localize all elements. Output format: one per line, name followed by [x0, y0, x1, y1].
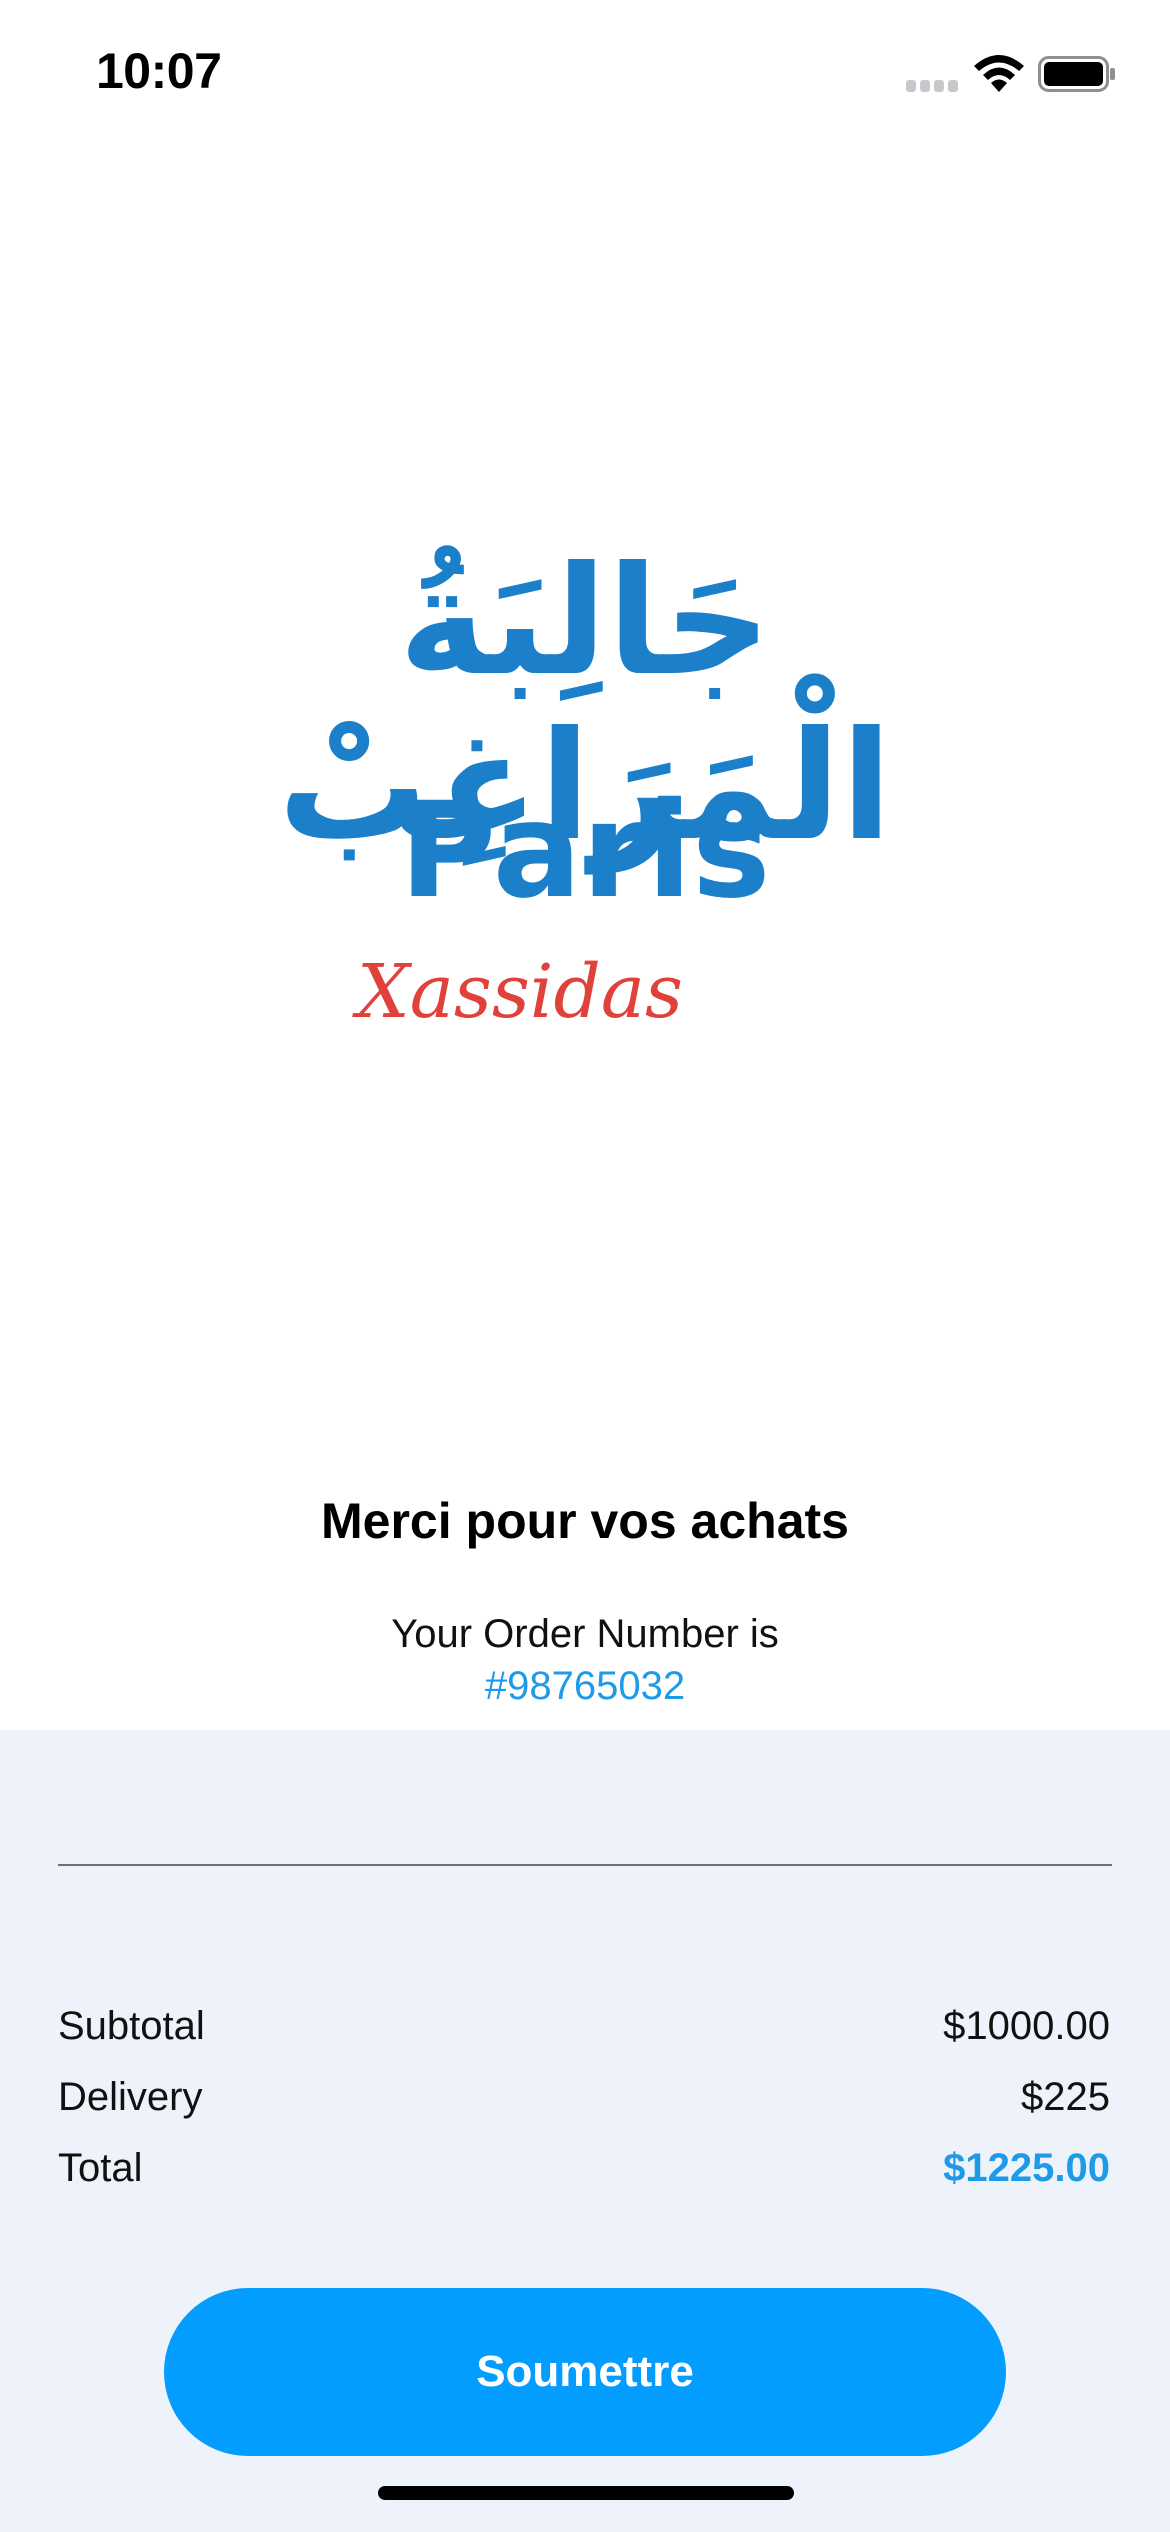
status-time: 10:07 — [96, 43, 222, 99]
cellular-signal-icon — [906, 80, 960, 94]
home-indicator[interactable] — [378, 2486, 794, 2500]
brand-logo: جَالِبَةُ الْمَرَاغِبْ Paris Xassidas — [140, 540, 1030, 1060]
battery-icon — [1038, 56, 1115, 92]
delivery-value: $225 — [1021, 2075, 1110, 2119]
total-row: Total $1225.00 — [58, 2146, 1110, 2202]
logo-subtitle: Xassidas — [357, 949, 683, 1035]
delivery-label: Delivery — [58, 2075, 203, 2119]
status-bar: 10:07 — [0, 0, 1170, 150]
total-label: Total — [58, 2146, 143, 2190]
order-number-value: #98765032 — [484, 1664, 686, 1708]
submit-button[interactable]: Soumettre — [164, 2288, 1006, 2456]
order-number-label: Your Order Number is — [391, 1612, 779, 1656]
delivery-row: Delivery $225 — [58, 2075, 1110, 2131]
subtotal-row: Subtotal $1000.00 — [58, 2004, 1110, 2060]
order-confirmation-screen: 10:07 جَالِبَةُ الْمَرَاغِبْ Paris Xassi… — [0, 0, 1170, 2532]
subtotal-value: $1000.00 — [943, 2004, 1110, 2048]
subtotal-label: Subtotal — [58, 2004, 205, 2048]
total-value: $1225.00 — [943, 2146, 1110, 2190]
summary-divider — [58, 1864, 1112, 1866]
thank-you-title: Merci pour vos achats — [321, 1493, 849, 1549]
order-summary-panel: Subtotal $1000.00 Delivery $225 Total $1… — [0, 1730, 1170, 2532]
logo-title: Paris — [399, 774, 771, 928]
wifi-icon — [974, 55, 1024, 92]
